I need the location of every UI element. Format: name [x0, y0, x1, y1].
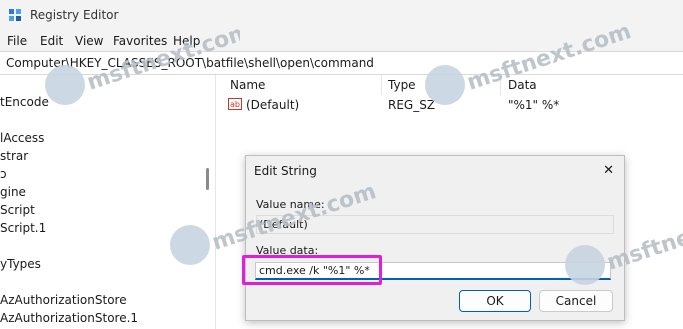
ok-button[interactable]: OK [459, 290, 531, 312]
value-data-input[interactable] [255, 262, 611, 280]
tree-item[interactable]: yTypes [0, 257, 41, 271]
close-icon[interactable]: ✕ [603, 163, 614, 178]
value-data-cell: "%1" %* [508, 98, 560, 112]
title-bar: Registry Editor [0, 0, 683, 31]
value-name-field: (Default) [256, 215, 614, 234]
dialog-title: Edit String [254, 164, 317, 178]
column-divider[interactable] [381, 75, 382, 95]
cancel-button[interactable]: Cancel [539, 290, 613, 312]
menu-file[interactable]: File [7, 34, 27, 48]
window-title: Registry Editor [30, 8, 119, 22]
value-name-cell: (Default) [246, 98, 300, 112]
table-row[interactable]: ab (Default) REG_SZ "%1" %* [216, 95, 683, 113]
value-name-label: Value name: [256, 198, 325, 211]
value-name-text: (Default) [259, 218, 308, 231]
column-header-type[interactable]: Type [388, 78, 416, 92]
key-tree: tEncode lAccess strar ɔ gine Script Scri… [0, 75, 203, 329]
column-header-name[interactable]: Name [230, 78, 265, 92]
scrollbar-thumb[interactable] [206, 168, 209, 190]
tree-item[interactable]: Script [0, 203, 35, 217]
tree-item[interactable]: Script.1 [0, 221, 46, 235]
tree-item[interactable]: tEncode [0, 95, 49, 109]
tree-item[interactable]: lAccess [0, 131, 44, 145]
menu-bar: File Edit View Favorites Help [0, 31, 683, 51]
edit-string-dialog: Edit String ✕ Value name: (Default) Valu… [245, 155, 625, 321]
svg-text:ab: ab [230, 100, 240, 109]
tree-item[interactable]: AzAuthorizationStore [0, 293, 127, 307]
address-path[interactable]: Computer\HKEY_CLASSES_ROOT\batfile\shell… [6, 56, 374, 70]
value-type-cell: REG_SZ [388, 98, 436, 112]
menu-edit[interactable]: Edit [40, 34, 63, 48]
menu-help[interactable]: Help [173, 34, 200, 48]
registry-editor-icon [9, 9, 21, 21]
menu-favorites[interactable]: Favorites [113, 34, 167, 48]
tree-item[interactable]: gine [0, 185, 26, 199]
menu-view[interactable]: View [75, 34, 103, 48]
column-divider[interactable] [500, 75, 501, 95]
value-data-label: Value data: [256, 244, 319, 257]
tree-item[interactable]: strar [0, 149, 28, 163]
tree-scrollbar[interactable] [203, 75, 213, 329]
tree-item[interactable]: AzAuthorizationStore.1 [0, 311, 138, 325]
column-header-data[interactable]: Data [508, 78, 537, 92]
string-value-icon: ab [228, 98, 242, 110]
address-bar[interactable]: Computer\HKEY_CLASSES_ROOT\batfile\shell… [0, 51, 683, 75]
tree-item[interactable]: ɔ [0, 167, 7, 181]
